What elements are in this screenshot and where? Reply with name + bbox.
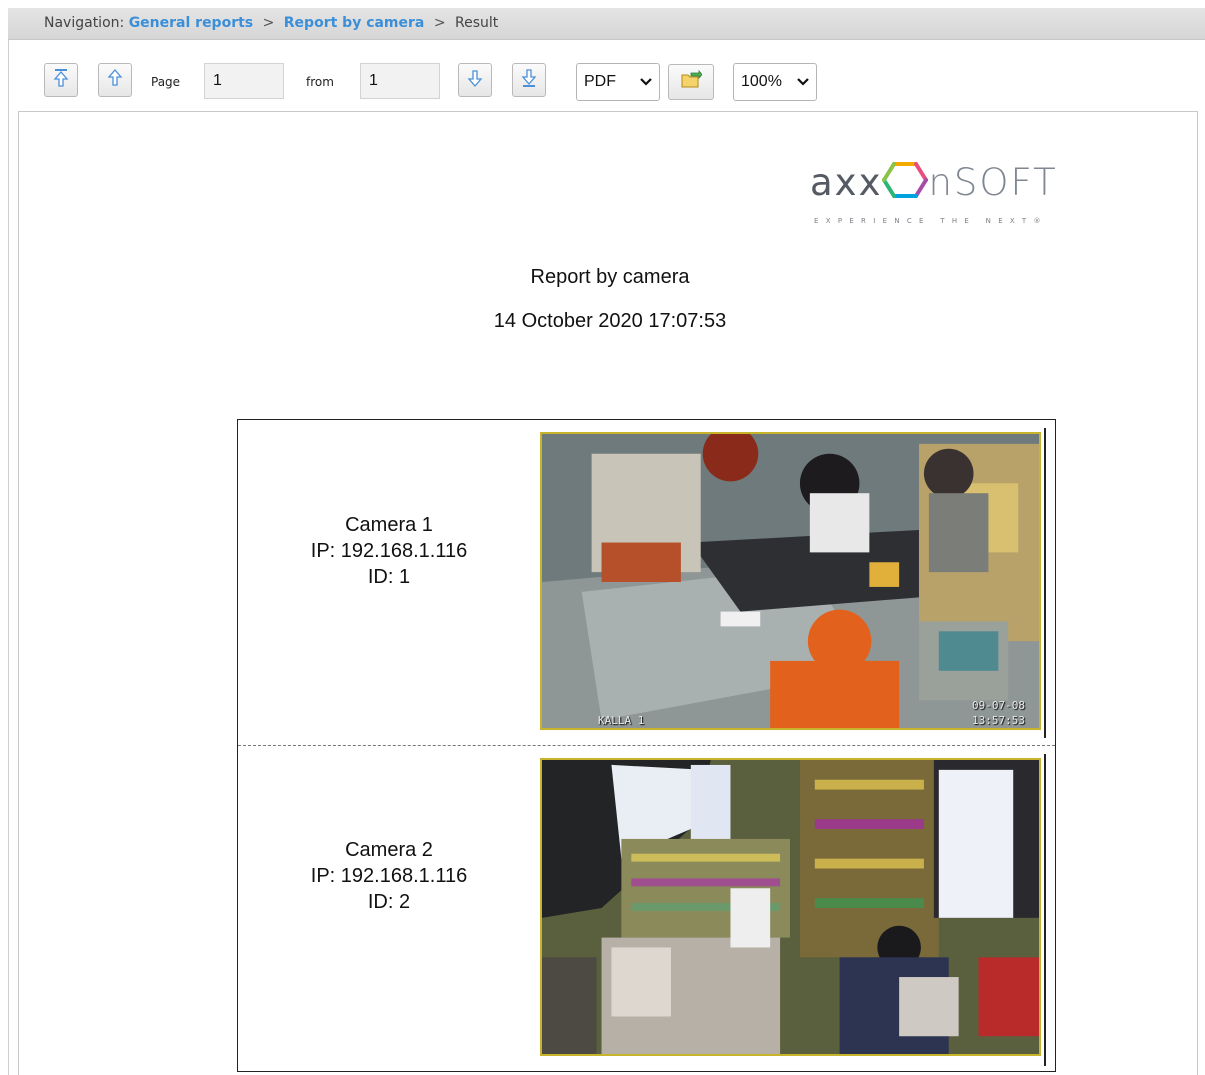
export-icon [680, 69, 703, 94]
camera-ip: IP: 192.168.1.116 [310, 540, 468, 562]
camera-row: Camera 1 IP: 192.168.1.116 ID: 1 KALLA 1… [238, 420, 1055, 746]
snapshot-divider [1044, 754, 1046, 1066]
camera-id: ID: 2 [367, 891, 411, 913]
export-format-select[interactable]: PDF [576, 63, 660, 101]
export-button[interactable] [668, 64, 714, 100]
logo-hexagon-icon [882, 160, 929, 200]
logo-text-right: nSOFT [928, 161, 1058, 204]
camera-ip: IP: 192.168.1.116 [310, 865, 468, 887]
report-date: 14 October 2020 17:07:53 [493, 310, 727, 332]
breadcrumb-prefix: Navigation: [44, 15, 125, 31]
top-clipped-text-strip [0, 0, 1205, 8]
from-label: from [306, 75, 334, 89]
camera-info: Camera 1 IP: 192.168.1.116 ID: 1 [238, 512, 540, 590]
axxonsoft-logo: axx nSOFT EXPERIENCE THE NEXT® [810, 160, 1120, 240]
logo-text-left: axx [810, 161, 883, 204]
camera-snapshot [540, 758, 1041, 1056]
snapshot-divider [1044, 428, 1046, 738]
camera-table: Camera 1 IP: 192.168.1.116 ID: 1 KALLA 1… [237, 419, 1056, 1072]
last-page-button[interactable] [512, 63, 546, 97]
camera-id: ID: 1 [367, 566, 411, 588]
breadcrumb-separator: > [262, 15, 275, 31]
breadcrumb-current: Result [455, 15, 499, 31]
snapshot-osd-time: 13:57:53 [972, 714, 1025, 727]
logo-tagline: EXPERIENCE THE NEXT® [814, 217, 1048, 225]
breadcrumb: Navigation: General reports > Report by … [8, 8, 1205, 40]
camera-row: Camera 2 IP: 192.168.1.116 ID: 2 [238, 746, 1055, 1071]
export-format-value: PDF [584, 73, 616, 90]
next-page-icon [467, 68, 483, 92]
snapshot-osd-date: 09-07-08 [972, 699, 1025, 712]
chevron-down-icon [797, 73, 809, 91]
report-title: Report by camera [530, 266, 690, 288]
breadcrumb-link-report-by-camera[interactable]: Report by camera [284, 15, 425, 31]
last-page-icon [521, 68, 537, 92]
camera-name: Camera 1 [345, 514, 433, 536]
prev-page-button[interactable] [98, 63, 132, 97]
camera-name: Camera 2 [345, 839, 433, 861]
page-label: Page [151, 75, 181, 89]
snapshot-osd-label: KALLA 1 [598, 714, 645, 727]
breadcrumb-separator: > [433, 15, 446, 31]
chevron-down-icon [640, 73, 652, 91]
next-page-button[interactable] [458, 63, 492, 97]
camera-info: Camera 2 IP: 192.168.1.116 ID: 2 [238, 837, 540, 915]
total-pages-input[interactable] [360, 63, 440, 99]
prev-page-icon [107, 68, 123, 92]
breadcrumb-link-general-reports[interactable]: General reports [129, 15, 253, 31]
left-border [8, 40, 9, 1075]
zoom-select[interactable]: 100% [733, 63, 817, 101]
first-page-icon [53, 68, 69, 92]
zoom-value: 100% [741, 73, 782, 90]
page-number-input[interactable] [204, 63, 284, 99]
camera-snapshot: KALLA 1 09-07-08 13:57:53 [540, 432, 1041, 730]
first-page-button[interactable] [44, 63, 78, 97]
